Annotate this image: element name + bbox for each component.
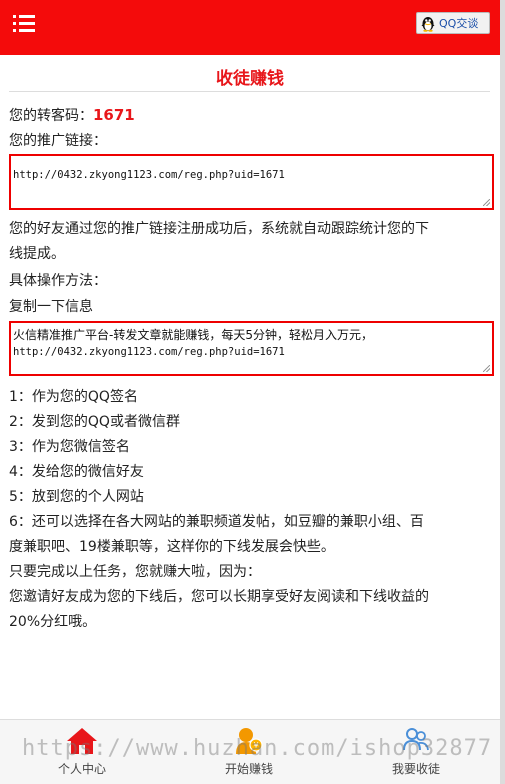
scrollbar-track[interactable]: [500, 0, 505, 784]
summary-line-1: 只要完成以上任务，您就赚大啦，因为：: [9, 564, 261, 580]
qq-penguin-icon: [421, 16, 435, 32]
menu-icon[interactable]: [13, 14, 37, 34]
resize-grip[interactable]: [483, 365, 490, 372]
resize-grip[interactable]: [483, 199, 490, 206]
nav-recruit[interactable]: 我要收徒: [371, 720, 461, 784]
step-item: 1：作为您的QQ签名: [9, 389, 138, 405]
step-item: 5：放到您的个人网站: [9, 489, 144, 505]
referral-code-label: 您的转客码：: [9, 108, 93, 124]
method-label: 具体操作方法：: [9, 273, 107, 289]
qq-chat-label: QQ交谈: [439, 17, 479, 30]
bottom-nav: 个人中心 ¥ 开始赚钱 我要收徒: [0, 719, 500, 784]
title-divider: [9, 91, 490, 92]
nav-label: 我要收徒: [391, 762, 440, 776]
step-item: 4：发给您的微信好友: [9, 464, 144, 480]
step-6-line-2: 度兼职吧、19楼兼职等，这样你的下线发展会快些。: [9, 539, 335, 555]
nav-label: 开始赚钱: [224, 762, 273, 776]
steps-list: 1：作为您的QQ签名 2：发到您的QQ或者微信群 3：作为您微信签名 4：发给您…: [9, 385, 495, 635]
promo-link-textarea[interactable]: http://0432.zkyong1123.com/reg.php?uid=1…: [9, 154, 494, 210]
top-bar: QQ交谈: [0, 0, 500, 55]
description-line-2: 线提成。: [9, 246, 65, 262]
step-item: 2：发到您的QQ或者微信群: [9, 414, 180, 430]
description-line-1: 您的好友通过您的推广链接注册成功后，系统就自动跟踪统计您的下: [9, 221, 429, 237]
referral-code-line: 您的转客码：1671: [9, 103, 135, 129]
share-text-line-1: 火信精准推广平台-转发文章就能赚钱，每天5分钟，轻松月入万元，: [13, 328, 373, 342]
svg-text:¥: ¥: [253, 741, 258, 750]
promo-link-label: 您的推广链接：: [9, 133, 107, 149]
step-item: 3：作为您微信签名: [9, 439, 130, 455]
description-text: 您的好友通过您的推广链接注册成功后，系统就自动跟踪统计您的下 线提成。: [9, 217, 495, 267]
nav-start-earning[interactable]: ¥ 开始赚钱: [204, 720, 294, 784]
recruit-icon: [403, 728, 429, 751]
promo-link-text: http://0432.zkyong1123.com/reg.php?uid=1…: [13, 169, 285, 181]
share-text-textarea[interactable]: 火信精准推广平台-转发文章就能赚钱，每天5分钟，轻松月入万元， http://0…: [9, 321, 494, 376]
home-icon: [67, 728, 97, 754]
earn-icon: ¥: [236, 728, 263, 754]
qq-chat-button[interactable]: QQ交谈: [416, 12, 490, 34]
summary-line-2: 您邀请好友成为您的下线后，您可以长期享受好友阅读和下线收益的: [9, 589, 429, 605]
nav-label: 个人中心: [57, 762, 106, 776]
step-6-line-1: 6：还可以选择在各大网站的兼职频道发帖，如豆瓣的兼职小组、百: [9, 514, 424, 530]
page-title: 收徒赚钱: [216, 69, 284, 89]
nav-personal-center[interactable]: 个人中心: [37, 720, 127, 784]
summary-line-3: 20%分红哦。: [9, 614, 97, 630]
share-text-line-2: http://0432.zkyong1123.com/reg.php?uid=1…: [13, 346, 285, 358]
copy-label: 复制一下信息: [9, 299, 93, 315]
referral-code-value: 1671: [93, 106, 135, 124]
